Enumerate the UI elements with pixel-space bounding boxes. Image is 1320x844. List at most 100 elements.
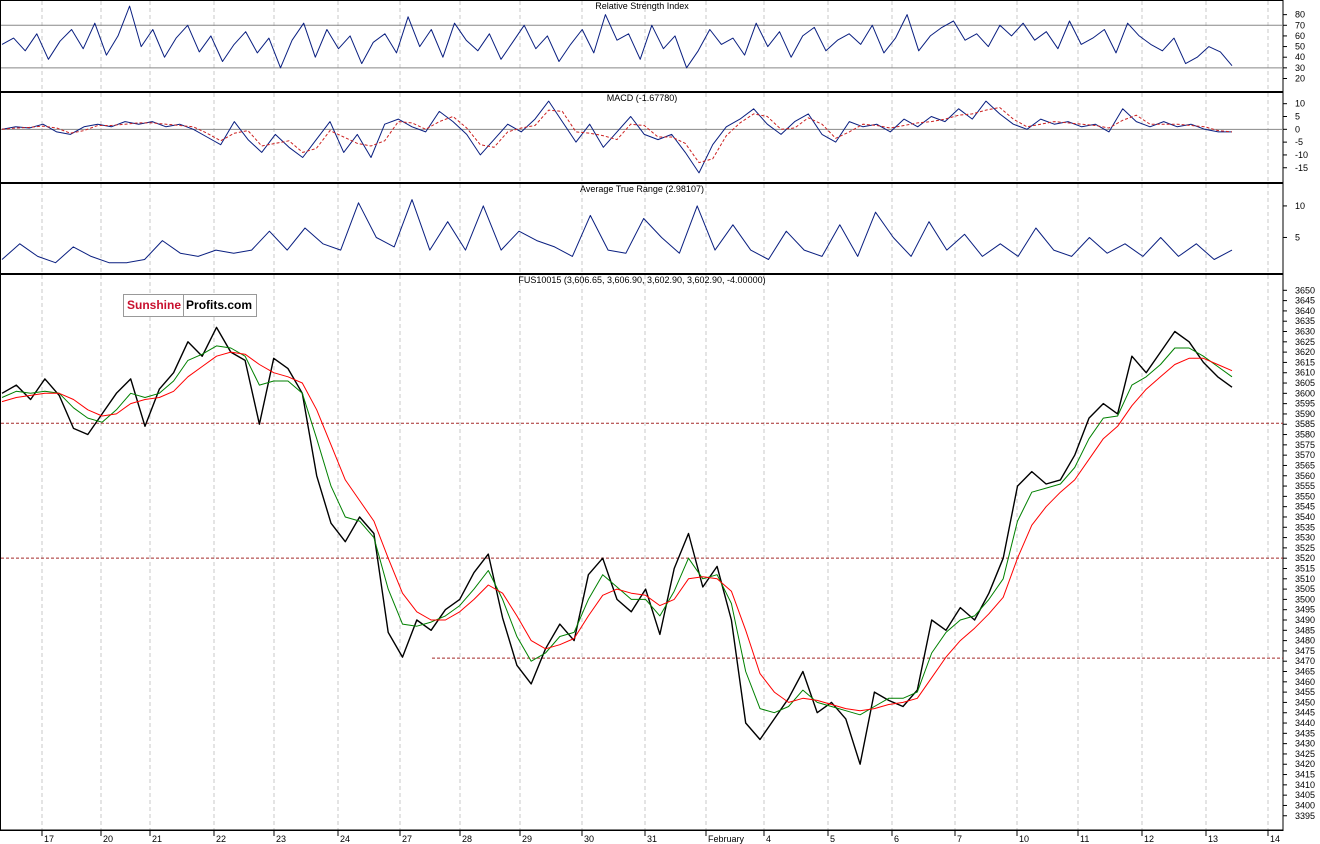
- y-tick-label: 3395: [1295, 811, 1315, 821]
- y-tick-label: 3450: [1295, 697, 1315, 707]
- macd-signal-line: [1, 106, 1233, 164]
- y-tick-label: 70: [1295, 20, 1305, 30]
- y-tick-label: 3625: [1295, 337, 1315, 347]
- y-tick-label: 3645: [1295, 296, 1315, 306]
- x-tick-label: 29: [522, 834, 532, 844]
- y-tick-label: 3420: [1295, 759, 1315, 769]
- y-tick-label: 3635: [1295, 316, 1315, 326]
- y-tick-label: 3415: [1295, 770, 1315, 780]
- logo-part-sunshine: Sunshine: [124, 295, 185, 316]
- x-tick-label: 22: [216, 834, 226, 844]
- x-tick-label: 14: [1270, 834, 1280, 844]
- y-tick-label: 3565: [1295, 460, 1315, 470]
- y-tick-label: 3580: [1295, 430, 1315, 440]
- y-tick-label: 10: [1295, 99, 1305, 109]
- y-tick-label: 3435: [1295, 728, 1315, 738]
- y-tick-label: 3530: [1295, 533, 1315, 543]
- panel-3: 10 5 Average True Range (2.98107): [0, 183, 1305, 274]
- y-tick-label: 0: [1295, 124, 1300, 134]
- panel-title: Average True Range (2.98107): [580, 184, 704, 194]
- y-tick-label: 3405: [1295, 790, 1315, 800]
- y-tick-label: 3485: [1295, 625, 1315, 635]
- x-tick-label: 4: [766, 834, 771, 844]
- y-tick-label: 3540: [1295, 512, 1315, 522]
- y-tick-label: 3425: [1295, 749, 1315, 759]
- y-tick-label: 3475: [1295, 646, 1315, 656]
- y-tick-label: 3445: [1295, 708, 1315, 718]
- y-tick-label: 20: [1295, 73, 1305, 83]
- x-tick-label: 24: [340, 834, 350, 844]
- chart-panels: 80706050403020Relative Strength Index105…: [0, 0, 1315, 831]
- x-tick-label: 13: [1208, 834, 1218, 844]
- x-tick-label: 30: [584, 834, 594, 844]
- panel-title: Relative Strength Index: [595, 1, 689, 11]
- panel-frame: [0, 92, 1284, 183]
- y-tick-label: 3515: [1295, 563, 1315, 573]
- y-tick-label: -5: [1295, 137, 1303, 147]
- y-tick-label: 3510: [1295, 574, 1315, 584]
- series-line-ma-long: [1, 351, 1233, 712]
- x-tick-label: 7: [957, 834, 962, 844]
- x-tick-label: 11: [1080, 834, 1089, 844]
- y-tick-label: 3640: [1295, 306, 1315, 316]
- y-tick-label: 3575: [1295, 440, 1315, 450]
- y-tick-label: 40: [1295, 52, 1305, 62]
- y-tick-label: 3620: [1295, 347, 1315, 357]
- y-tick-label: 3595: [1295, 399, 1315, 409]
- series-line-main: [1, 199, 1233, 264]
- x-tick-label: 5: [830, 834, 835, 844]
- x-tick-label: 28: [462, 834, 472, 844]
- panel-4: 3650364536403635363036253620361536103605…: [0, 274, 1315, 831]
- stock-chart: 80706050403020Relative Strength Index105…: [0, 0, 1315, 844]
- y-tick-label: 3495: [1295, 605, 1315, 615]
- panel-title: FUS10015 (3,606.65, 3,606.90, 3,602.90, …: [518, 275, 765, 285]
- panel-title: MACD (-1.67780): [607, 93, 678, 103]
- y-tick-label: 3555: [1295, 481, 1315, 491]
- y-tick-label: 3410: [1295, 780, 1315, 790]
- y-tick-label: 3505: [1295, 584, 1315, 594]
- y-tick-label: 3500: [1295, 594, 1315, 604]
- y-tick-label: 10: [1295, 201, 1305, 211]
- y-tick-label: 3610: [1295, 368, 1315, 378]
- panel-1: 80706050403020 Relative Strength Index: [0, 0, 1305, 92]
- y-tick-label: 3470: [1295, 656, 1315, 666]
- y-tick-label: 3430: [1295, 739, 1315, 749]
- y-tick-label: 3600: [1295, 388, 1315, 398]
- x-tick-label: 17: [44, 834, 54, 844]
- y-tick-label: 3615: [1295, 357, 1315, 367]
- y-tick-label: 3455: [1295, 687, 1315, 697]
- y-tick-label: 30: [1295, 63, 1305, 73]
- y-tick-label: 3535: [1295, 522, 1315, 532]
- y-tick-label: 3490: [1295, 615, 1315, 625]
- y-tick-label: 80: [1295, 10, 1305, 20]
- y-tick-label: 3550: [1295, 491, 1315, 501]
- x-tick-label: 23: [276, 834, 286, 844]
- x-tick-label: 21: [152, 834, 162, 844]
- y-tick-label: 3650: [1295, 285, 1315, 295]
- y-tick-label: 3400: [1295, 800, 1315, 810]
- series-line-price: [1, 326, 1233, 765]
- x-tick-label: 27: [402, 834, 412, 844]
- y-tick-label: 50: [1295, 42, 1305, 52]
- x-tick-label: 12: [1144, 834, 1154, 844]
- sunshine-profits-logo: Sunshine Profits.com: [123, 294, 258, 317]
- y-tick-label: 3480: [1295, 636, 1315, 646]
- y-tick-label: 3590: [1295, 409, 1315, 419]
- y-tick-label: 3570: [1295, 450, 1315, 460]
- x-tick-label: 20: [103, 834, 113, 844]
- y-tick-label: -10: [1295, 150, 1308, 160]
- y-tick-label: 3460: [1295, 677, 1315, 687]
- logo-part-profits: Profits.com: [186, 298, 253, 312]
- y-tick-label: 3545: [1295, 502, 1315, 512]
- y-tick-label: 60: [1295, 31, 1305, 41]
- x-tick-label: 31: [647, 834, 657, 844]
- panel-2: 10 5 0 -5 -10 -15 MACD (-1.67780): [0, 92, 1308, 183]
- series-line-main: [1, 5, 1233, 69]
- y-tick-label: 3585: [1295, 419, 1315, 429]
- y-tick-label: 5: [1295, 112, 1300, 122]
- y-tick-label: 3465: [1295, 667, 1315, 677]
- y-tick-label: 3560: [1295, 471, 1315, 481]
- panel-frame: [0, 0, 1284, 92]
- panel-frame: [0, 183, 1284, 274]
- y-tick-label: 3605: [1295, 378, 1315, 388]
